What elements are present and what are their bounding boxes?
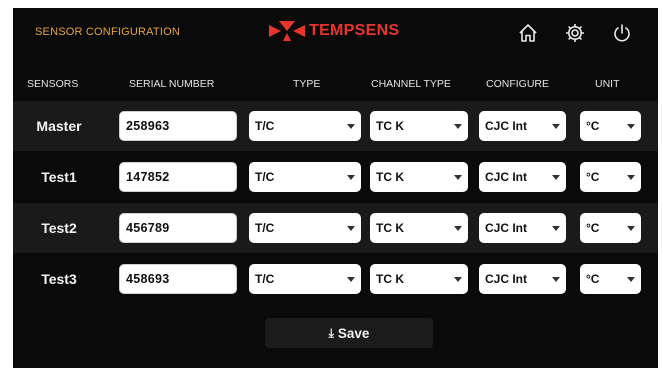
screen: SENSOR CONFIGURATION TEMPSENS SENSORS SE… [13,8,658,368]
channel-type-value: TC K [376,272,404,286]
chevron-down-icon [347,123,355,129]
col-type: TYPE [293,78,321,90]
type-value: T/C [255,221,275,235]
unit-select[interactable]: °C [580,162,641,192]
configure-value: CJC Int [485,119,527,133]
type-select[interactable]: T/C [249,111,361,141]
configure-select[interactable]: CJC Int [479,111,566,141]
sensor-label: Master [36,118,82,134]
unit-value: °C [586,119,600,133]
configure-value: CJC Int [485,272,527,286]
type-select[interactable]: T/C [249,264,361,294]
col-sensors: SENSORS [27,78,79,90]
chevron-down-icon [454,174,462,180]
channel-type-select[interactable]: TC K [370,264,468,294]
sensor-label: Test3 [41,271,77,287]
channel-type-select[interactable]: TC K [370,111,468,141]
configure-select[interactable]: CJC Int [479,162,566,192]
chevron-down-icon [627,276,635,282]
chevron-down-icon [552,276,560,282]
chevron-down-icon [552,174,560,180]
chevron-down-icon [347,174,355,180]
chevron-down-icon [454,276,462,282]
unit-select[interactable]: °C [580,111,641,141]
type-value: T/C [255,272,275,286]
save-button[interactable]: ⤓ Save [265,318,433,348]
serial-number-input[interactable] [119,264,237,294]
page-title: SENSOR CONFIGURATION [35,26,180,38]
sensor-row-test2: Test2 T/C TC K CJC Int °C [13,203,658,253]
type-value: T/C [255,170,275,184]
channel-type-value: TC K [376,119,404,133]
unit-value: °C [586,221,600,235]
sensor-row-test3: Test3 T/C TC K CJC Int °C [13,254,658,304]
col-unit: UNIT [595,78,620,90]
chevron-down-icon [347,276,355,282]
chevron-down-icon [552,225,560,231]
gear-icon[interactable] [564,22,586,44]
configure-value: CJC Int [485,221,527,235]
configure-select[interactable]: CJC Int [479,264,566,294]
chevron-down-icon [627,123,635,129]
col-serial-number: SERIAL NUMBER [129,78,215,90]
home-icon[interactable] [517,22,539,44]
type-select[interactable]: T/C [249,162,361,192]
chevron-down-icon [627,225,635,231]
channel-type-select[interactable]: TC K [370,162,468,192]
save-label: Save [337,325,370,341]
type-select[interactable]: T/C [249,213,361,243]
sensor-label: Test2 [41,220,77,236]
col-configure: CONFIGURE [486,78,549,90]
channel-type-select[interactable]: TC K [370,213,468,243]
sensor-row-master: Master T/C TC K CJC Int °C [13,101,658,151]
serial-number-input[interactable] [119,213,237,243]
serial-number-input[interactable] [119,111,237,141]
unit-value: °C [586,272,600,286]
chevron-down-icon [454,123,462,129]
col-channel-type: CHANNEL TYPE [371,78,451,90]
unit-value: °C [586,170,600,184]
chevron-down-icon [454,225,462,231]
sensor-label: Test1 [41,169,77,185]
tempsens-logo-icon [269,21,305,41]
power-icon[interactable] [611,22,633,44]
download-icon: ⤓ [328,325,334,340]
channel-type-value: TC K [376,170,404,184]
unit-select[interactable]: °C [580,213,641,243]
type-value: T/C [255,119,275,133]
channel-type-value: TC K [376,221,404,235]
serial-number-input[interactable] [119,162,237,192]
unit-select[interactable]: °C [580,264,641,294]
chevron-down-icon [627,174,635,180]
sensor-row-test1: Test1 T/C TC K CJC Int °C [13,152,658,202]
configure-value: CJC Int [485,170,527,184]
chevron-down-icon [347,225,355,231]
chevron-down-icon [552,123,560,129]
logo-text: TEMPSENS [309,22,400,39]
configure-select[interactable]: CJC Int [479,213,566,243]
